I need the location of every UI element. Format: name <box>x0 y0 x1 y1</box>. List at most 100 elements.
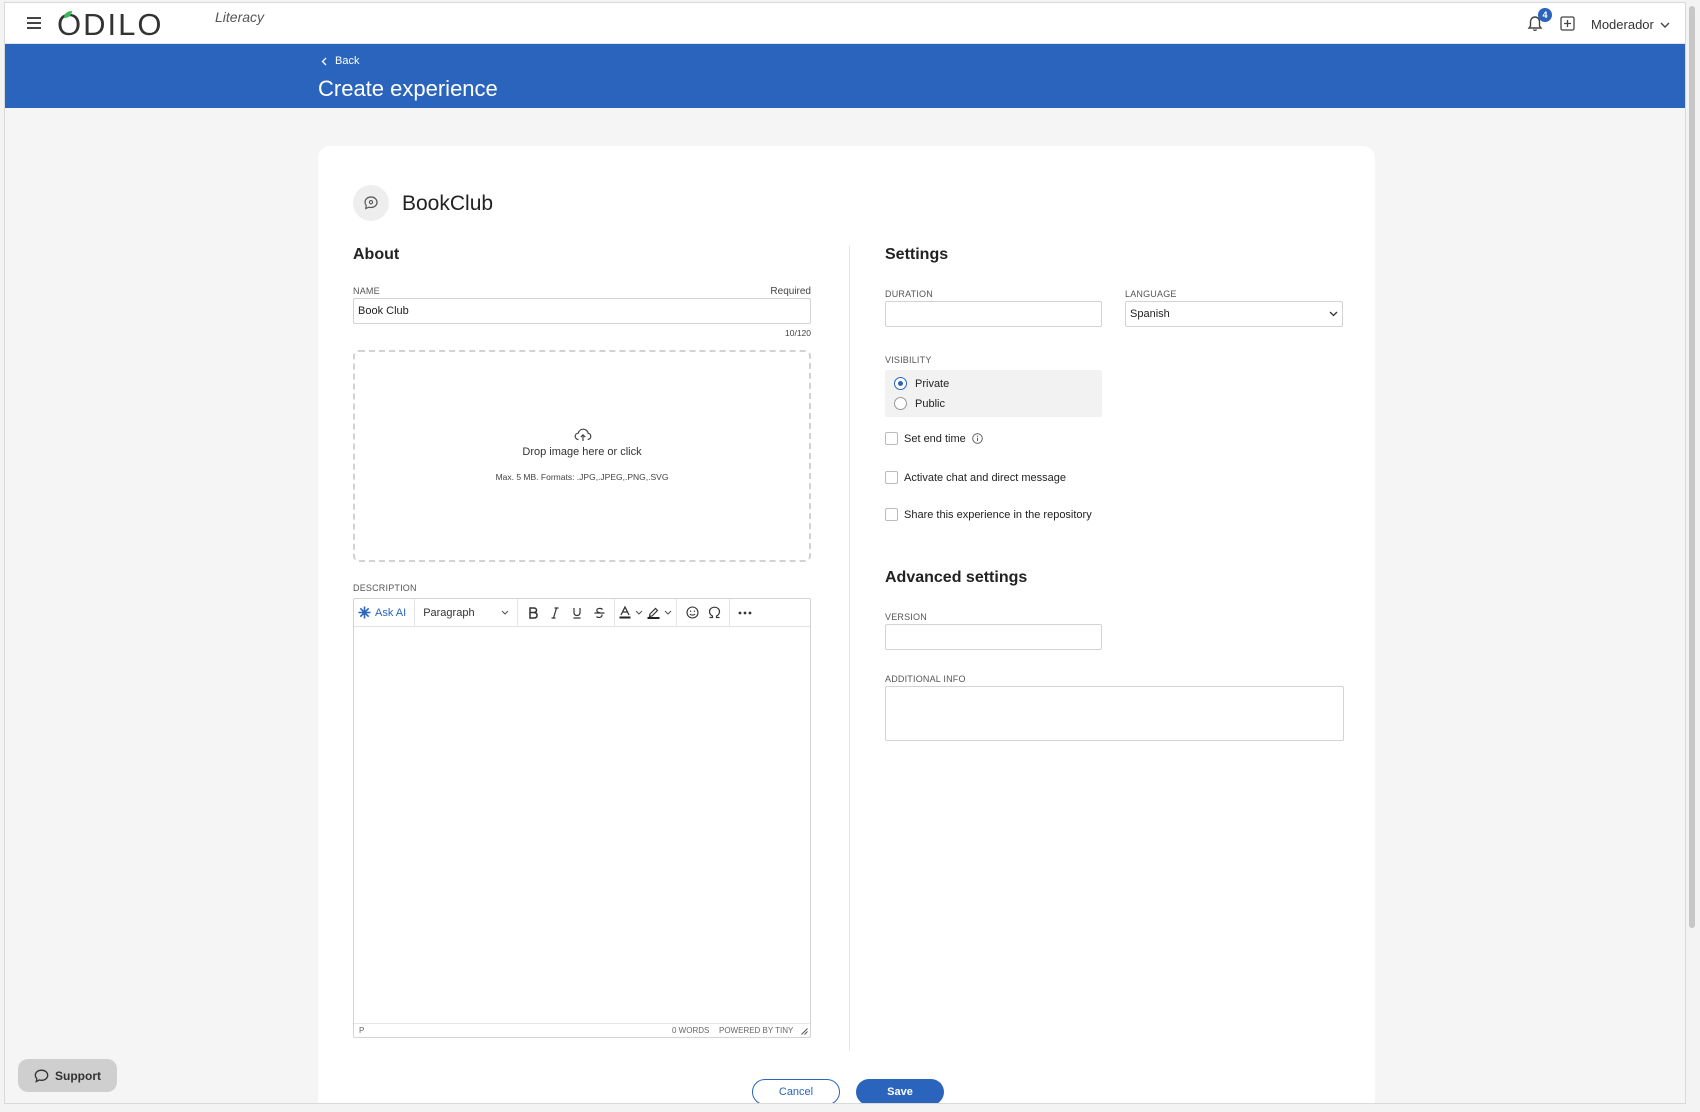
activate-chat-option[interactable]: Activate chat and direct message <box>885 471 1066 484</box>
set-end-time-label: Set end time <box>904 432 966 445</box>
chat-icon <box>353 185 389 221</box>
logo-subtitle: Literacy <box>215 9 265 25</box>
ask-ai-group: Ask AI <box>354 598 416 627</box>
radio-checked[interactable] <box>894 377 907 390</box>
info-icon[interactable] <box>972 433 983 444</box>
about-title: About <box>353 246 400 263</box>
version-label: VERSION <box>885 612 927 622</box>
block-format-value: Paragraph <box>423 606 475 619</box>
editor-toolbar: Ask AI Paragraph <box>354 598 810 627</box>
chevron-down-icon <box>635 610 643 615</box>
page-scrollbar[interactable] <box>1686 2 1698 1104</box>
sparkle-icon <box>358 606 371 619</box>
share-repository-option[interactable]: Share this experience in the repository <box>885 508 1092 521</box>
language-select[interactable]: Spanish <box>1125 301 1343 327</box>
dropzone-title: Drop image here or click <box>522 446 642 458</box>
save-button[interactable]: Save <box>856 1079 944 1103</box>
description-editor: Ask AI Paragraph P 0 WORDS POWERED BY TI… <box>353 598 811 1038</box>
back-label: Back <box>335 55 360 67</box>
visibility-public-label: Public <box>915 397 945 410</box>
strikethrough-button[interactable] <box>588 602 610 624</box>
chevron-down-icon <box>1660 22 1670 28</box>
editor-content-area[interactable] <box>354 628 810 1023</box>
underline-icon <box>573 607 581 619</box>
back-link[interactable]: Back <box>321 55 359 67</box>
text-color-icon <box>619 606 631 619</box>
image-dropzone[interactable]: Drop image here or click Max. 5 MB. Form… <box>353 350 811 562</box>
bold-button[interactable] <box>522 602 544 624</box>
set-end-time-checkbox[interactable] <box>885 432 898 445</box>
name-char-count: 10/120 <box>785 328 811 338</box>
more-button[interactable] <box>734 602 756 624</box>
ask-ai-button[interactable]: Ask AI <box>358 602 410 624</box>
page-header: Back Create experience <box>5 44 1685 108</box>
visibility-radio-group: Private Public <box>885 370 1102 417</box>
settings-title: Settings <box>885 246 949 263</box>
share-repository-checkbox[interactable] <box>885 508 898 521</box>
activate-chat-checkbox[interactable] <box>885 471 898 484</box>
name-input-value: Book Club <box>358 305 409 317</box>
column-divider <box>849 246 850 1051</box>
page-title: Create experience <box>318 76 498 101</box>
visibility-option-public[interactable]: Public <box>894 397 945 410</box>
emoji-icon <box>686 606 699 619</box>
support-label: Support <box>55 1068 101 1083</box>
version-input[interactable] <box>885 624 1102 650</box>
cancel-button[interactable]: Cancel <box>752 1079 840 1103</box>
special-char-button[interactable] <box>703 602 725 624</box>
insert-group <box>677 598 731 627</box>
set-end-time-option[interactable]: Set end time <box>885 432 983 445</box>
language-label: LANGUAGE <box>1125 289 1177 299</box>
description-label: DESCRIPTION <box>353 583 417 593</box>
word-count: 0 WORDS <box>672 1026 710 1035</box>
more-group <box>730 599 760 627</box>
more-horizontal-icon <box>738 611 752 614</box>
element-path: P <box>359 1026 365 1035</box>
chevron-left-icon <box>321 57 327 65</box>
required-label: Required <box>770 286 811 297</box>
duration-input[interactable] <box>885 301 1102 327</box>
block-format-select[interactable]: Paragraph <box>419 602 513 624</box>
chat-bubble-icon <box>34 1069 49 1083</box>
name-input[interactable]: Book Club <box>353 298 811 324</box>
language-value: Spanish <box>1130 308 1170 320</box>
menu-icon[interactable] <box>27 17 41 29</box>
underline-button[interactable] <box>566 602 588 624</box>
scrollbar-thumb[interactable] <box>1689 6 1695 928</box>
experience-form-card: BookClub About NAME Required Book Club 1… <box>318 146 1375 1103</box>
powered-by-tiny[interactable]: POWERED BY TINY <box>719 1026 793 1035</box>
share-repository-label: Share this experience in the repository <box>904 508 1092 521</box>
highlighter-icon <box>647 607 660 619</box>
name-label: NAME <box>353 286 380 296</box>
logo-leaf-icon <box>64 11 72 18</box>
radio-unchecked[interactable] <box>894 397 907 410</box>
italic-button[interactable] <box>544 602 566 624</box>
duration-label: DURATION <box>885 289 933 299</box>
experience-type-title: BookClub <box>402 192 494 215</box>
activate-chat-label: Activate chat and direct message <box>904 471 1067 484</box>
additional-info-label: ADDITIONAL INFO <box>885 674 966 684</box>
top-bar: ODILO Literacy 4 Moderador <box>5 3 1685 44</box>
advanced-settings-title: Advanced settings <box>885 569 1028 586</box>
additional-info-textarea[interactable] <box>885 686 1344 741</box>
cloud-upload-icon <box>574 428 592 441</box>
text-style-group <box>518 598 616 627</box>
strikethrough-icon <box>594 607 605 618</box>
bold-icon <box>529 606 538 619</box>
editor-status-bar: P 0 WORDS POWERED BY TINY <box>354 1023 810 1037</box>
color-group <box>615 598 678 627</box>
chevron-down-icon <box>501 610 509 615</box>
chevron-down-icon <box>1329 311 1338 317</box>
notification-badge: 4 <box>1538 8 1552 22</box>
visibility-private-label: Private <box>915 377 950 390</box>
highlight-color-button[interactable] <box>647 602 672 624</box>
emoji-button[interactable] <box>681 602 703 624</box>
user-menu[interactable]: Moderador <box>1591 17 1670 32</box>
visibility-label: VISIBILITY <box>885 355 932 365</box>
visibility-option-private[interactable]: Private <box>894 377 949 390</box>
add-box-icon[interactable] <box>1560 16 1575 31</box>
resize-handle-icon[interactable] <box>801 1028 808 1035</box>
text-color-button[interactable] <box>619 602 643 624</box>
support-button[interactable]: Support <box>18 1059 117 1092</box>
chevron-down-icon <box>664 610 672 615</box>
